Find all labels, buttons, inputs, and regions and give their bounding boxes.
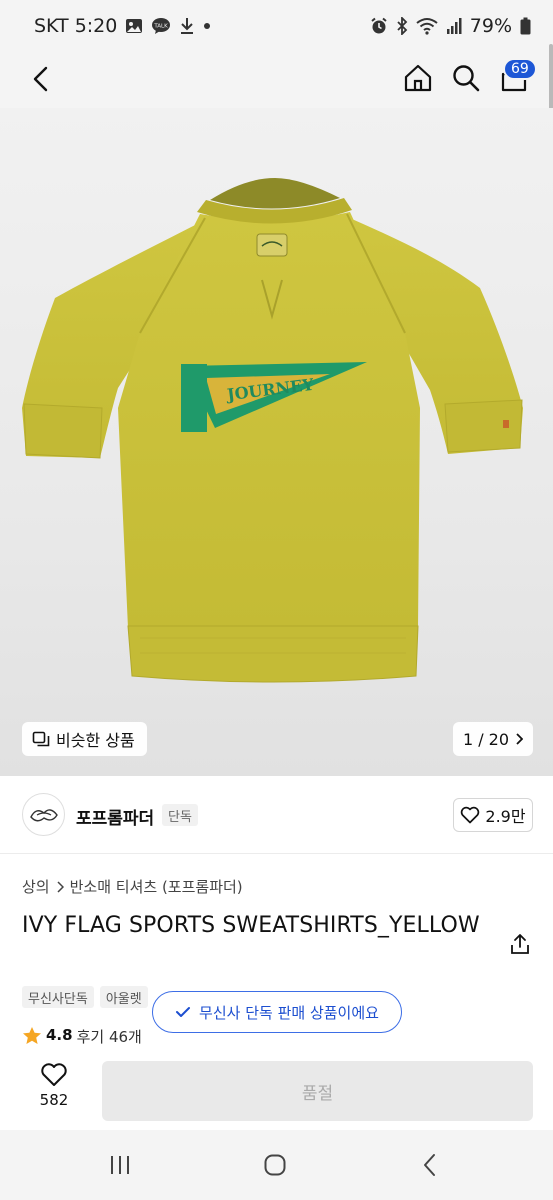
system-back-button[interactable] bbox=[410, 1150, 450, 1180]
share-icon bbox=[511, 934, 529, 954]
battery-level: 79% bbox=[469, 15, 512, 37]
brand-like-button[interactable]: 2.9만 bbox=[453, 798, 533, 832]
home-button[interactable] bbox=[400, 60, 436, 96]
similar-products-button[interactable]: 비슷한 상품 bbox=[22, 722, 147, 756]
soldout-label: 품절 bbox=[301, 1083, 334, 1104]
system-navigation-bar bbox=[0, 1130, 553, 1200]
home-icon bbox=[404, 64, 432, 92]
back-arrow-icon bbox=[424, 1154, 435, 1176]
image-icon bbox=[125, 18, 143, 34]
download-icon bbox=[179, 17, 195, 35]
wishlist-button[interactable]: 582 bbox=[22, 1062, 86, 1109]
breadcrumb-category[interactable]: 상의 bbox=[22, 876, 50, 897]
product-image-sweatshirt: JOURNEY bbox=[22, 178, 523, 683]
image-counter[interactable]: 1 / 20 bbox=[453, 722, 533, 756]
brand-row: 포프롬파더 단독 2.9만 bbox=[0, 776, 553, 854]
brand-logo-icon bbox=[29, 808, 58, 821]
tag-outlet: 아울렛 bbox=[99, 986, 148, 1008]
brand-like-count: 2.9만 bbox=[485, 807, 526, 826]
product-image-gallery[interactable]: JOURNEY bbox=[0, 108, 553, 776]
heart-icon bbox=[461, 806, 480, 824]
wifi-icon bbox=[416, 17, 438, 35]
similar-products-label: 비슷한 상품 bbox=[56, 731, 135, 750]
alarm-icon bbox=[370, 17, 388, 35]
status-left: SKT 5:20 TALK bbox=[34, 15, 211, 37]
dot-icon bbox=[203, 22, 211, 30]
soldout-button[interactable]: 품절 bbox=[102, 1061, 533, 1121]
heart-icon bbox=[41, 1063, 67, 1086]
share-button[interactable] bbox=[506, 930, 534, 958]
breadcrumb-subcategory[interactable]: 반소매 티셔츠 (포프롬파더) bbox=[70, 876, 243, 897]
review-count: 후기 46개 bbox=[76, 1028, 142, 1046]
exclusive-notice-text: 무신사 단독 판매 상품이에요 bbox=[199, 1003, 379, 1022]
check-icon bbox=[176, 1007, 191, 1017]
product-tags: 무신사단독 아울렛 bbox=[22, 986, 148, 1008]
home-system-button[interactable] bbox=[255, 1150, 295, 1180]
bottom-action-bar: 582 품절 bbox=[0, 1052, 553, 1130]
breadcrumb: 상의 반소매 티셔츠 (포프롬파더) bbox=[22, 876, 243, 897]
talk-icon: TALK bbox=[151, 17, 171, 35]
chevron-right-icon bbox=[57, 880, 64, 893]
top-nav bbox=[0, 52, 553, 108]
status-right: 79% bbox=[370, 15, 531, 37]
signal-icon bbox=[446, 17, 462, 35]
exclusive-notice-pill[interactable]: 무신사 단독 판매 상품이에요 bbox=[152, 991, 402, 1033]
image-counter-text: 1 / 20 bbox=[462, 729, 510, 749]
brand-name[interactable]: 포프롬파더 bbox=[76, 804, 154, 829]
brand-logo[interactable] bbox=[22, 793, 65, 836]
status-bar: SKT 5:20 TALK 79% bbox=[0, 0, 553, 52]
brand-exclusive-tag: 단독 bbox=[162, 804, 198, 826]
search-icon bbox=[453, 65, 480, 92]
tag-musinsa-exclusive: 무신사단독 bbox=[22, 986, 94, 1008]
rating-score: 4.8 bbox=[46, 1026, 73, 1044]
copy-squares-icon bbox=[32, 731, 50, 747]
battery-icon bbox=[520, 17, 531, 35]
star-icon bbox=[23, 1027, 41, 1044]
back-button[interactable] bbox=[24, 62, 58, 96]
recent-apps-icon bbox=[111, 1156, 129, 1174]
cart-count-badge: 69 bbox=[503, 58, 537, 80]
chevron-left-icon bbox=[33, 66, 48, 92]
product-title: IVY FLAG SPORTS SWEATSHIRTS_YELLOW bbox=[22, 913, 480, 938]
home-circle-icon bbox=[264, 1154, 286, 1176]
chevron-right-icon bbox=[516, 733, 524, 745]
svg-text:TALK: TALK bbox=[154, 24, 169, 30]
recent-apps-button[interactable] bbox=[100, 1150, 140, 1180]
carrier-time: SKT 5:20 bbox=[34, 15, 118, 37]
search-button[interactable] bbox=[448, 60, 484, 96]
bluetooth-icon bbox=[396, 17, 408, 35]
wishlist-count: 582 bbox=[39, 1091, 69, 1109]
